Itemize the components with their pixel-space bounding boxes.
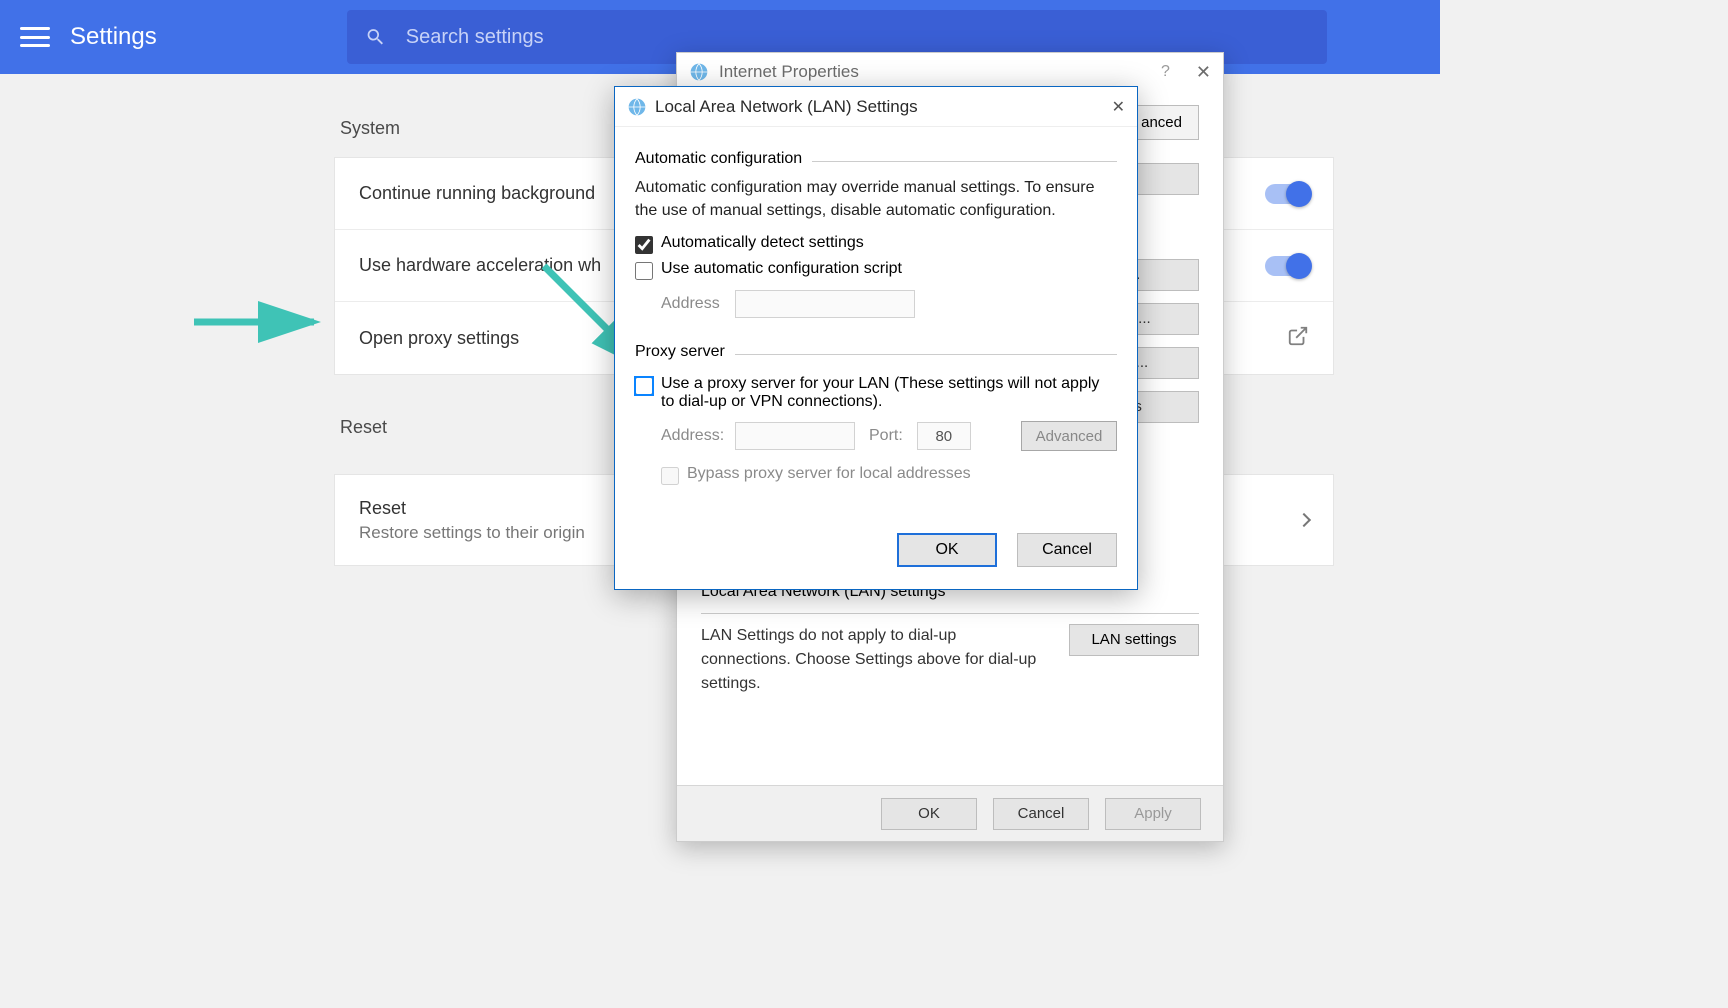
annotation-arrow-1: [194, 298, 334, 346]
lan-settings-button[interactable]: LAN settings: [1069, 624, 1199, 656]
chevron-right-icon: [1297, 513, 1311, 527]
chk-auto-detect-box[interactable]: [635, 236, 653, 254]
chk-bypass-local-label: Bypass proxy server for local addresses: [687, 465, 1117, 483]
search-settings-input[interactable]: [406, 26, 1309, 49]
proxy-port-label: Port:: [869, 427, 903, 445]
divider: [701, 613, 1199, 614]
ip-lan-section: Local Area Network (LAN) settings LAN Se…: [701, 583, 1199, 696]
help-icon[interactable]: ?: [1161, 63, 1170, 81]
chk-auto-detect-label: Automatically detect settings: [661, 234, 1117, 252]
close-icon[interactable]: ✕: [1196, 62, 1211, 83]
lan-title: Local Area Network (LAN) Settings: [655, 97, 918, 117]
chk-auto-script-label: Use automatic configuration script: [661, 260, 1117, 278]
chk-bypass-local: Bypass proxy server for local addresses: [635, 465, 1117, 485]
auto-config-group: Automatic configuration Automatic config…: [635, 161, 1117, 338]
reset-title: Reset: [359, 498, 585, 519]
ip-apply-button[interactable]: Apply: [1105, 798, 1201, 830]
search-icon: [365, 26, 386, 48]
ip-lan-desc: LAN Settings do not apply to dial-up con…: [701, 624, 1049, 696]
proxy-address-input: [735, 422, 855, 450]
row-label: Open proxy settings: [359, 328, 519, 349]
lan-ok-button[interactable]: OK: [897, 533, 997, 567]
ip-bottom-buttons: OK Cancel Apply: [677, 785, 1223, 841]
auto-config-legend: Automatic configuration: [635, 150, 812, 168]
lan-bottom-buttons: OK Cancel: [635, 533, 1117, 567]
row-label: Continue running background: [359, 183, 595, 204]
lan-titlebar: Local Area Network (LAN) Settings ✕: [615, 87, 1137, 127]
globe-icon: [689, 62, 709, 82]
ip-cancel-button[interactable]: Cancel: [993, 798, 1089, 830]
script-address-label: Address: [661, 295, 721, 313]
hamburger-icon[interactable]: [20, 27, 50, 47]
chk-auto-script-box[interactable]: [635, 262, 653, 280]
lan-settings-dialog: Local Area Network (LAN) Settings ✕ Auto…: [614, 86, 1138, 590]
proxy-address-label: Address:: [661, 427, 721, 445]
settings-title: Settings: [70, 23, 157, 51]
chk-use-proxy-label: Use a proxy server for your LAN (These s…: [661, 375, 1117, 411]
chk-use-proxy[interactable]: Use a proxy server for your LAN (These s…: [635, 375, 1117, 411]
script-address-input: [735, 290, 915, 318]
close-icon[interactable]: ✕: [1112, 97, 1125, 117]
chk-bypass-local-box: [661, 467, 679, 485]
chk-auto-script[interactable]: Use automatic configuration script: [635, 260, 1117, 280]
chk-auto-detect[interactable]: Automatically detect settings: [635, 234, 1117, 254]
globe-icon: [627, 97, 647, 117]
ip-title: Internet Properties: [719, 62, 859, 82]
toggle-on[interactable]: [1265, 256, 1309, 276]
proxy-legend: Proxy server: [635, 343, 735, 361]
proxy-server-group: Proxy server Use a proxy server for your…: [635, 354, 1117, 511]
proxy-port-input: [917, 422, 971, 450]
external-link-icon: [1287, 325, 1309, 352]
toggle-on[interactable]: [1265, 184, 1309, 204]
ip-ok-button[interactable]: OK: [881, 798, 977, 830]
proxy-advanced-button: Advanced: [1021, 421, 1117, 451]
chk-use-proxy-box[interactable]: [635, 377, 653, 395]
lan-cancel-button[interactable]: Cancel: [1017, 533, 1117, 567]
auto-config-hint: Automatic configuration may override man…: [635, 176, 1117, 222]
reset-subtitle: Restore settings to their origin: [359, 523, 585, 543]
